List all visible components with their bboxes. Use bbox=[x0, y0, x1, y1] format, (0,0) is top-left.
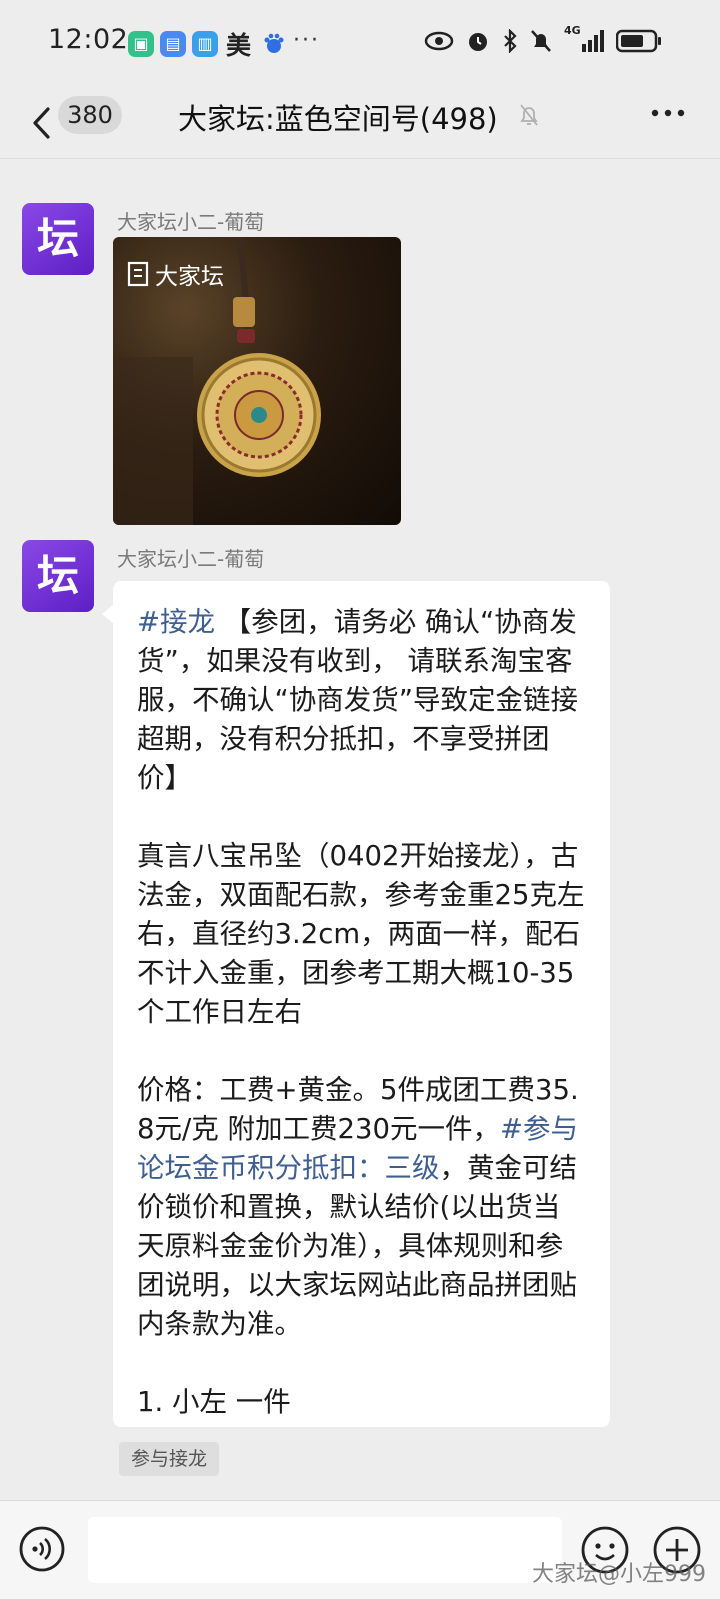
signal-icon: 4G bbox=[564, 24, 604, 54]
book-app-icon: ▥ bbox=[192, 31, 218, 57]
alarm-icon bbox=[469, 33, 487, 51]
jielong-hashtag-link[interactable]: #接龙 bbox=[137, 606, 215, 638]
chat-header: 380 大家坛:蓝色空间号(498) bbox=[0, 88, 720, 159]
bluetooth-icon bbox=[504, 29, 517, 53]
meituan-icon: 美 bbox=[226, 31, 252, 60]
unread-count-badge[interactable]: 380 bbox=[58, 96, 122, 134]
message-paragraph: 真言八宝吊坠（0402开始接龙），古法金，双面配石款，参考金重25克左右，直径约… bbox=[137, 840, 585, 1028]
app-notification-icon: ▤ bbox=[160, 31, 186, 57]
battery-icon bbox=[616, 29, 661, 53]
more-options-icon[interactable] bbox=[650, 108, 686, 118]
message-paragraph: 价格：工费+黄金。5件成团工费35.8元/克 附加工费230元一件，#参与论坛金… bbox=[137, 1074, 579, 1340]
baidu-icon bbox=[264, 33, 284, 53]
pendant-illustration bbox=[113, 237, 321, 525]
mute-notification-icon bbox=[531, 30, 551, 52]
sender-name: 大家坛小二-葡萄 bbox=[117, 210, 265, 234]
sender-name: 大家坛小二-葡萄 bbox=[117, 547, 265, 571]
message-paragraph: 1. 小左 一件 bbox=[137, 1386, 291, 1418]
app-notification-icon: ▣ bbox=[128, 31, 154, 57]
screenshot-watermark: 大家坛@小左999 bbox=[532, 1562, 706, 1587]
back-arrow-icon[interactable] bbox=[30, 106, 52, 140]
more-notifications-indicator: ··· bbox=[293, 28, 320, 53]
pendant-image[interactable]: 大家坛 bbox=[113, 237, 401, 525]
muted-bell-icon bbox=[520, 104, 538, 126]
sender-avatar[interactable]: 坛 bbox=[22, 540, 94, 612]
status-time: 12:02 bbox=[48, 24, 129, 55]
chat-title: 大家坛:蓝色空间号(498) bbox=[178, 102, 498, 136]
message-input[interactable] bbox=[88, 1517, 562, 1583]
status-bar: 12:02 ▣ ▤ ▥ 美 ··· 4G bbox=[0, 0, 720, 88]
eye-icon bbox=[424, 31, 454, 51]
sender-avatar[interactable]: 坛 bbox=[22, 203, 94, 275]
voice-input-icon[interactable] bbox=[18, 1525, 66, 1573]
message-paragraph: #接龙 【参团，请务必 确认“协商发货”，如果没有收到， 请联系淘宝客服，不确认… bbox=[137, 606, 578, 794]
message-bubble[interactable]: #接龙 【参团，请务必 确认“协商发货”，如果没有收到， 请联系淘宝客服，不确认… bbox=[113, 581, 610, 1427]
join-relay-button[interactable]: 参与接龙 bbox=[119, 1442, 220, 1476]
status-icons: 4G bbox=[424, 24, 662, 54]
